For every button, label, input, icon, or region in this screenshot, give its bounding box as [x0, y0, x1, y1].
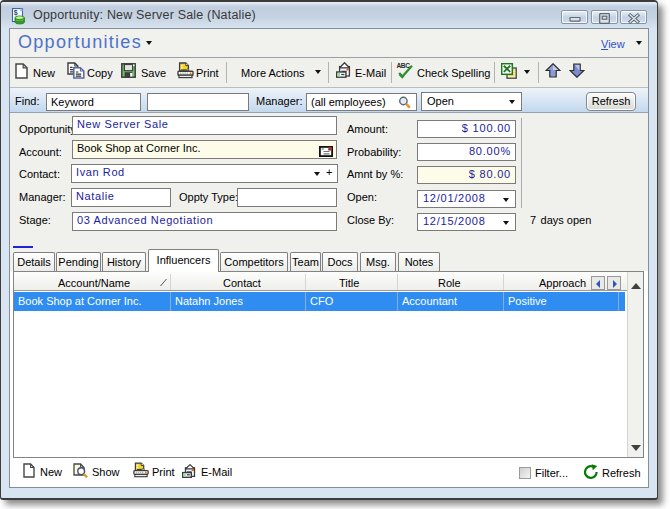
- svg-text:ABC: ABC: [396, 62, 410, 69]
